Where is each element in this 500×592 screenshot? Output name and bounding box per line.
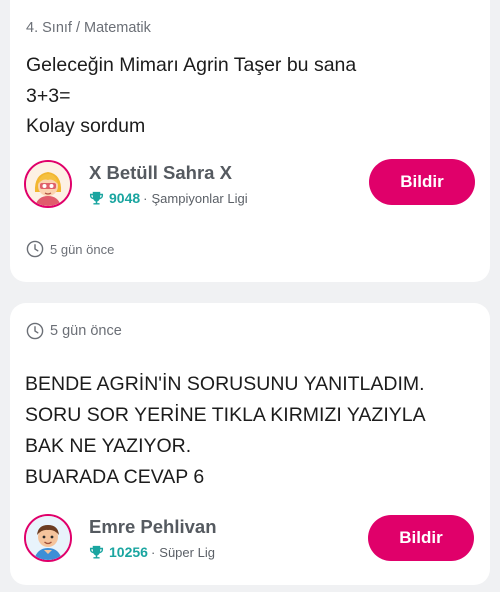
points-value: 10256: [109, 544, 148, 560]
avatar[interactable]: [24, 160, 72, 208]
user-name[interactable]: Emre Pehlivan: [89, 516, 217, 538]
timestamp: 5 gün önce: [26, 322, 122, 340]
question-line: Kolay sordum: [26, 115, 146, 137]
clock-icon: [26, 240, 44, 258]
report-button[interactable]: Bildir: [368, 515, 474, 561]
timestamp: 5 gün önce: [26, 240, 114, 258]
league-label: Süper Lig: [159, 544, 215, 560]
breadcrumb[interactable]: 4. Sınıf / Matematik: [26, 20, 151, 36]
report-button[interactable]: Bildir: [369, 159, 475, 205]
answer-line: BAK NE YAZIYOR.: [25, 435, 192, 457]
question-line: 3+3=: [26, 84, 71, 107]
separator: ·: [150, 544, 156, 560]
clock-icon: [26, 322, 44, 340]
time-label: 5 gün önce: [50, 241, 115, 257]
league-label: Şampiyonlar Ligi: [151, 190, 248, 206]
answer-line: SORU SOR YERİNE TIKLA KIRMIZI YAZIYLA: [25, 404, 426, 426]
trophy-icon: [89, 191, 104, 205]
answer-line: BUARADA CEVAP 6: [25, 466, 205, 488]
answer-line: BENDE AGRİN'İN SORUSUNU YANITLADIM.: [25, 373, 425, 395]
time-label: 5 gün önce: [50, 323, 122, 339]
user-stats: 9048 · Şampiyonlar Ligi: [89, 190, 248, 206]
question-card: 4. Sınıf / Matematik Geleceğin Mimarı Ag…: [10, 0, 490, 282]
user-stats: 10256 · Süper Lig: [89, 544, 215, 560]
avatar[interactable]: [24, 514, 72, 562]
points-value: 9048: [109, 190, 141, 206]
user-name[interactable]: X Betüll Sahra X: [89, 162, 232, 184]
answer-card: 5 gün önce BENDE AGRİN'İN SORUSUNU YANIT…: [10, 303, 490, 585]
answer-text: BENDE AGRİN'İN SORUSUNU YANITLADIM. SORU…: [25, 369, 426, 493]
question-text: Geleceğin Mimarı Agrin Taşer bu sana 3+3…: [26, 50, 356, 142]
question-line: Geleceğin Mimarı Agrin Taşer bu sana: [26, 54, 357, 76]
separator: ·: [143, 190, 148, 206]
trophy-icon: [89, 545, 104, 559]
